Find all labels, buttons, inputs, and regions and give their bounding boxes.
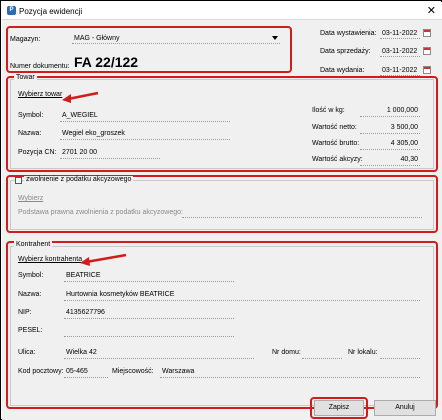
title-bar: P Pozycja ewidencji ✕ <box>2 2 442 20</box>
nr-domu-label: Nr domu: <box>272 349 301 356</box>
kontrahent-symbol-label: Symbol: <box>18 272 44 279</box>
wybierz-towar-link[interactable]: Wybierz towar <box>18 91 62 98</box>
ilosc-label: Ilość w kg: <box>312 107 345 114</box>
towar-nazwa-label: Nazwa: <box>18 130 42 137</box>
calendar-icon[interactable] <box>423 47 431 55</box>
close-icon[interactable]: ✕ <box>427 4 436 17</box>
kontrahent-highlight <box>6 241 438 409</box>
kontrahent-legend: Kontrahent <box>14 241 53 248</box>
magazyn-value: MAG - Główny <box>74 35 120 42</box>
nip-underline <box>64 318 234 319</box>
data-wydania-field[interactable]: 03-11-2022 <box>380 65 420 76</box>
chevron-down-icon <box>272 36 278 40</box>
nip-value: 4135627796 <box>66 309 105 316</box>
red-arrow-annotation <box>62 91 99 103</box>
kontrahent-symbol-underline <box>64 281 234 282</box>
numer-label: Numer dokumentu: <box>10 63 70 70</box>
ilosc-underline <box>360 116 420 117</box>
pesel-label: PESEL: <box>18 327 43 334</box>
calendar-icon[interactable] <box>423 29 431 37</box>
kontrahent-symbol-value: BEATRICE <box>66 272 101 279</box>
nip-label: NIP: <box>18 309 32 316</box>
netto-label: Wartość netto: <box>312 124 357 131</box>
red-arrow-annotation <box>80 253 127 266</box>
nr-domu-underline[interactable] <box>302 358 342 359</box>
towar-symbol-value: A_WEGIEL <box>62 112 98 119</box>
dialog-body: Magazyn: MAG - Główny Numer dokumentu: F… <box>2 20 442 420</box>
zwolnienie-checkbox[interactable] <box>15 177 22 184</box>
akcyza-value[interactable]: 40,30 <box>362 156 418 163</box>
ilosc-value[interactable]: 1 000,000 <box>362 107 418 114</box>
data-sprzedazy-field[interactable]: 03-11-2022 <box>380 46 420 57</box>
nr-lokalu-label: Nr lokalu: <box>348 349 378 356</box>
kod-label: Kod pocztowy: <box>18 368 64 375</box>
app-icon: P <box>7 6 16 15</box>
magazyn-label: Magazyn: <box>10 36 41 43</box>
save-button[interactable]: Zapisz <box>314 400 364 416</box>
ulica-underline <box>64 358 254 359</box>
cancel-button[interactable]: Anuluj <box>374 400 436 416</box>
magazyn-select[interactable]: MAG - Główny <box>72 33 280 44</box>
brutto-label: Wartość brutto: <box>312 140 360 147</box>
miejscowosc-underline <box>160 377 420 378</box>
window-title: Pozycja ewidencji <box>19 7 83 16</box>
towar-cn-value: 2701 20 00 <box>62 149 98 156</box>
data-wystawienia-label: Data wystawienia: <box>320 30 377 37</box>
akcyza-label: Wartość akcyzy: <box>312 156 363 163</box>
towar-symbol-underline <box>60 121 230 122</box>
data-wystawienia-value: 03-11-2022 <box>382 30 418 37</box>
dialog-window: P Pozycja ewidencji ✕ Magazyn: MAG - Głó… <box>0 0 442 420</box>
pesel-underline <box>64 336 234 337</box>
numer-value: FA 22/122 <box>74 54 139 70</box>
wybierz-zwolnienie-link[interactable]: Wybierz <box>18 195 43 202</box>
miejscowosc-label: Miejscowość: <box>112 368 154 375</box>
towar-cn-label: Pozycja CN: <box>18 149 57 156</box>
akcyza-underline <box>360 165 420 166</box>
wybierz-kontrahenta-link[interactable]: Wybierz kontrahenta <box>18 256 82 263</box>
towar-cn-underline <box>60 158 160 159</box>
ulica-value: Wielka 42 <box>66 349 97 356</box>
towar-nazwa-value: Wegiel eko_groszek <box>62 130 125 137</box>
towar-legend: Towar <box>14 74 37 81</box>
data-wydania-label: Data wydania: <box>320 67 365 74</box>
kontrahent-nazwa-underline <box>64 300 420 301</box>
kontrahent-nazwa-value: Hurtownia kosmetyków BEATRICE <box>66 291 175 298</box>
data-sprzedazy-label: Data sprzedaży: <box>320 48 371 55</box>
kod-value: 05-465 <box>66 368 88 375</box>
brutto-underline <box>360 149 420 150</box>
netto-underline <box>360 133 420 134</box>
brutto-value[interactable]: 4 305,00 <box>362 140 418 147</box>
ulica-label: Ulica: <box>18 349 36 356</box>
miejscowosc-value: Warszawa <box>162 368 195 375</box>
netto-value[interactable]: 3 500,00 <box>362 124 418 131</box>
towar-nazwa-underline <box>60 139 230 140</box>
nr-lokalu-underline[interactable] <box>380 358 420 359</box>
towar-symbol-label: Symbol: <box>18 112 44 119</box>
zwolnienie-label[interactable]: zwolnienie z podatku akcyzowego <box>24 176 134 183</box>
data-wydania-value: 03-11-2022 <box>382 67 418 74</box>
data-sprzedazy-value: 03-11-2022 <box>382 48 418 55</box>
kod-underline <box>64 377 108 378</box>
kontrahent-nazwa-label: Nazwa: <box>18 291 42 298</box>
podstawa-label: Podstawa prawna zwolnienia z podatku akc… <box>18 209 183 216</box>
zwolnienie-highlight <box>6 175 438 233</box>
data-wystawienia-field[interactable]: 03-11-2022 <box>380 28 420 39</box>
calendar-icon[interactable] <box>423 66 431 74</box>
podstawa-underline <box>182 217 422 218</box>
